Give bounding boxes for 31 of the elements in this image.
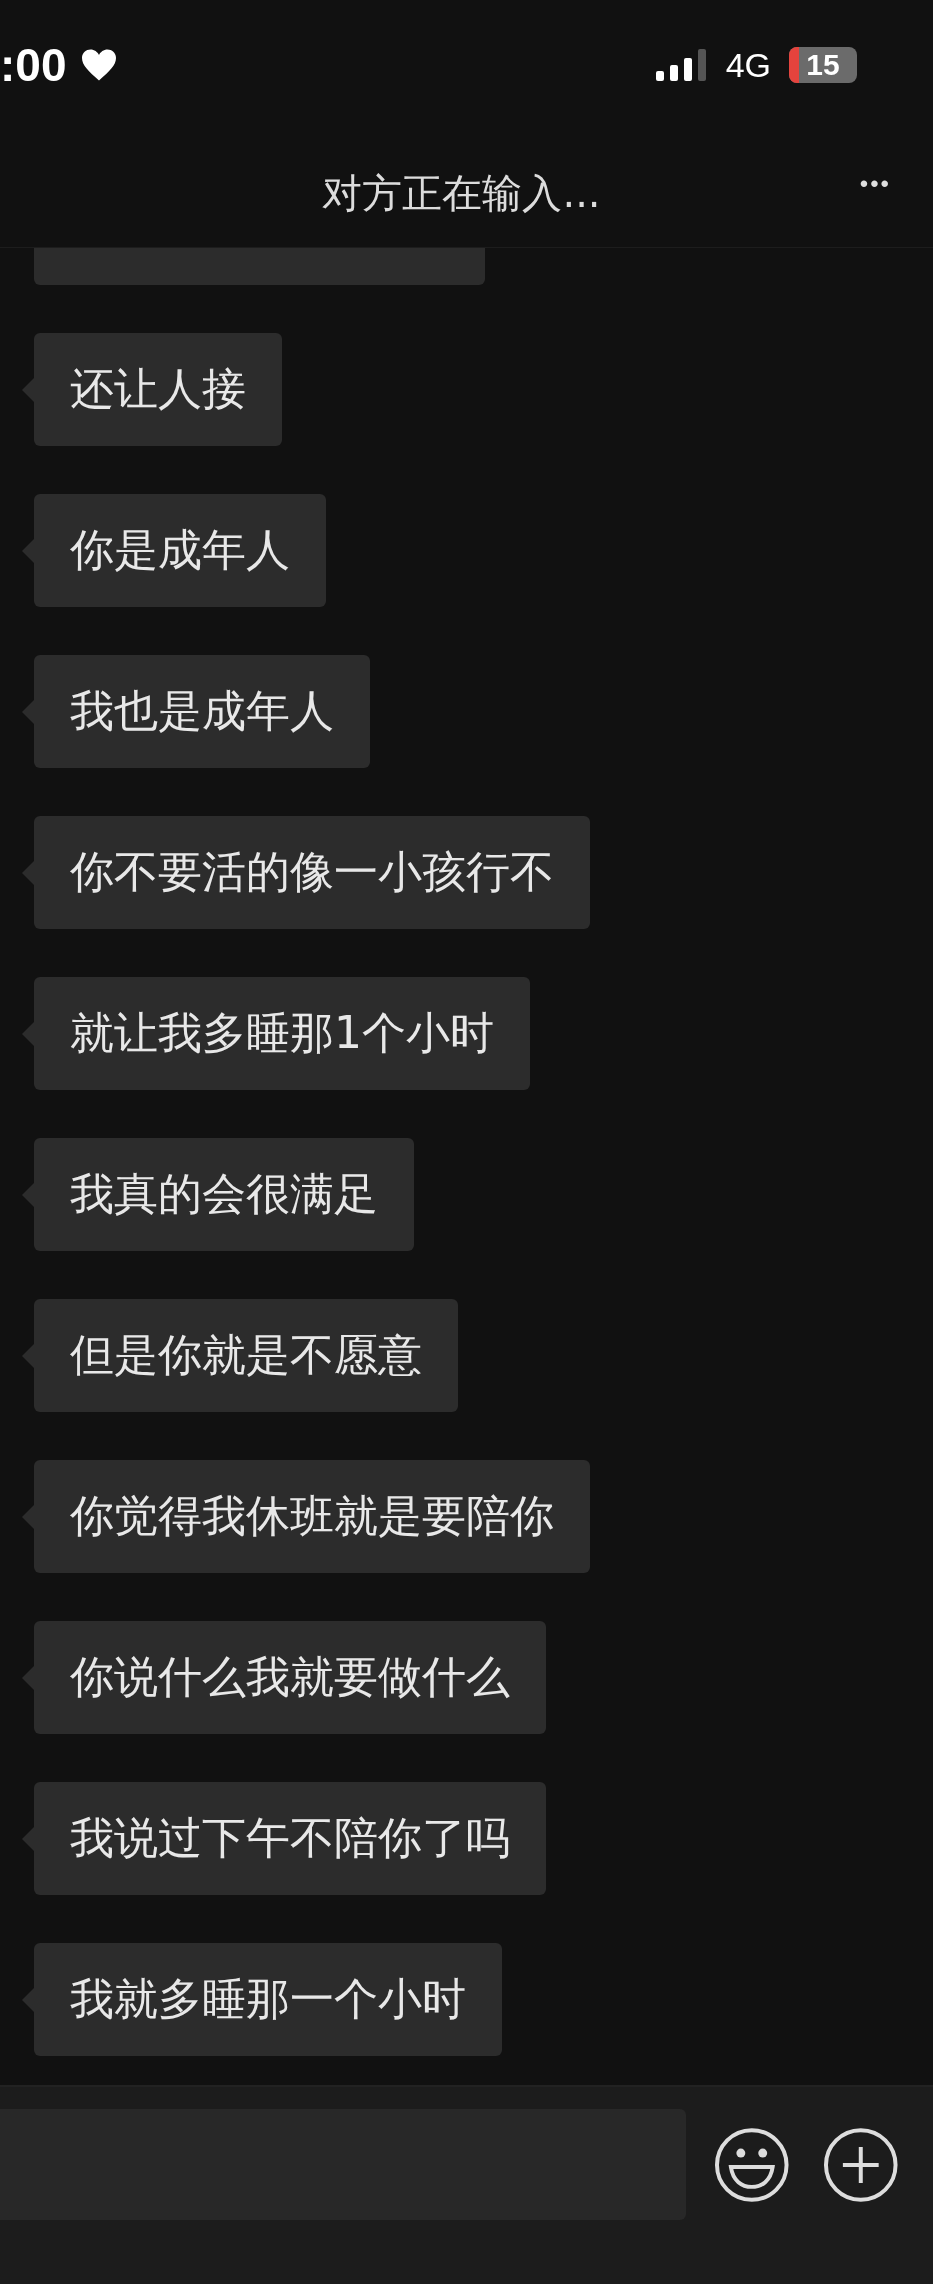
- heart-icon: [80, 48, 119, 82]
- message-bubble: 你说什么我就要做什么: [34, 1621, 546, 1734]
- bubble-tail-icon: [22, 1987, 34, 2012]
- message-bubble: 我说过下午不陪你了吗: [34, 1782, 546, 1895]
- bubble-tail-icon: [22, 1182, 34, 1207]
- emoji-icon[interactable]: [713, 2127, 790, 2203]
- bubble-tail-icon: [22, 1665, 34, 1690]
- message-bubble: 你不要活的像一小孩行不: [34, 816, 590, 929]
- message-bubble: 还让人接: [34, 333, 282, 446]
- network-label: 4G: [725, 45, 771, 85]
- message-bubble: 你是成年人: [34, 494, 326, 607]
- chat-title: 对方正在输入...: [322, 169, 601, 218]
- message-bubble: 你觉得我休班就是要陪你: [34, 1460, 590, 1573]
- message-bubble: 就让我多睡那1个小时: [34, 977, 530, 1090]
- plus-icon[interactable]: [823, 2127, 899, 2203]
- bubble-tail-icon: [22, 377, 34, 402]
- signal-icon: [655, 49, 708, 81]
- bubble-tail-icon: [22, 699, 34, 724]
- message-bubble: 我也是成年人: [34, 655, 370, 768]
- bubble-tail-icon: [22, 538, 34, 563]
- clock-time: :00: [0, 38, 67, 92]
- message-bubble: 我就多睡那一个小时: [34, 1943, 502, 2056]
- bubble-tail-icon: [22, 1826, 34, 1851]
- bubble-tail-icon: [22, 860, 34, 885]
- bubble-tail-icon: [22, 1504, 34, 1529]
- bubble-tail-icon: [22, 1343, 34, 1368]
- battery-percent: 15: [806, 48, 840, 82]
- message-bubble: 我真的会很满足: [34, 1138, 414, 1251]
- bubble-tail-icon: [22, 1021, 34, 1046]
- more-button[interactable]: •••: [859, 170, 891, 198]
- message-bubble: 但是你就是不愿意: [34, 1299, 458, 1412]
